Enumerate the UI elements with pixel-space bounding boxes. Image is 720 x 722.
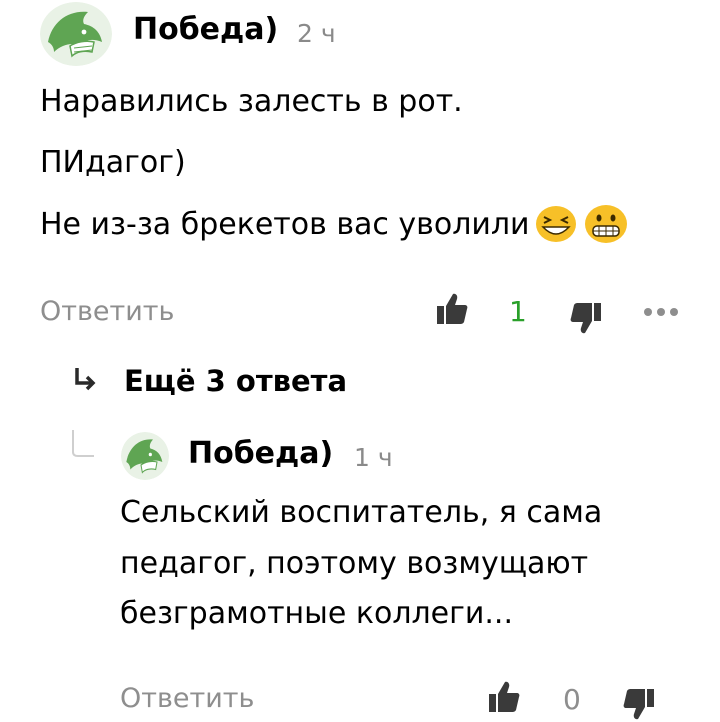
reply-text-line-2: педагог, поэтому возмущают [120, 546, 589, 581]
reply-author[interactable]: Победа) [188, 436, 333, 471]
grinning-squinting-face-icon [535, 206, 576, 242]
comment-author[interactable]: Победа) [133, 12, 278, 47]
reply-button[interactable]: Ответить [40, 296, 174, 327]
comment-text-line-1: Наравились залесть в рот. [40, 84, 463, 119]
thumbs-down-icon[interactable] [570, 302, 602, 336]
thumbs-up-icon[interactable] [488, 680, 520, 714]
comment-text-line-3-text: Не из-за брекетов вас уволили [40, 206, 530, 242]
like-count: 1 [509, 295, 527, 328]
reply-arrow-icon [75, 368, 96, 391]
comment-time: 2 ч [297, 19, 336, 48]
reply-text-line-1: Сельский воспитатель, я сама [120, 495, 603, 530]
thread-connector-line [72, 430, 94, 457]
comment-text-line-2: ПИдагог) [40, 145, 186, 180]
comment-text-line-3: Не из-за брекетов вас уволили [40, 204, 628, 244]
reply-text-line-3: безграмотные коллеги... [120, 596, 514, 631]
reply-time: 1 ч [354, 443, 393, 472]
dolphin-avatar-icon [121, 432, 169, 480]
grimacing-face-icon [584, 205, 627, 243]
more-replies-link[interactable]: Ещё 3 ответа [124, 364, 347, 398]
thumbs-up-icon[interactable] [436, 292, 468, 326]
reply-avatar[interactable] [121, 432, 169, 480]
reply-reply-button[interactable]: Ответить [120, 683, 254, 714]
avatar[interactable] [40, 2, 112, 66]
dolphin-avatar-icon [40, 2, 112, 66]
more-options-icon[interactable] [643, 307, 679, 317]
thumbs-down-icon[interactable] [623, 688, 655, 722]
reply-like-count: 0 [563, 683, 581, 716]
